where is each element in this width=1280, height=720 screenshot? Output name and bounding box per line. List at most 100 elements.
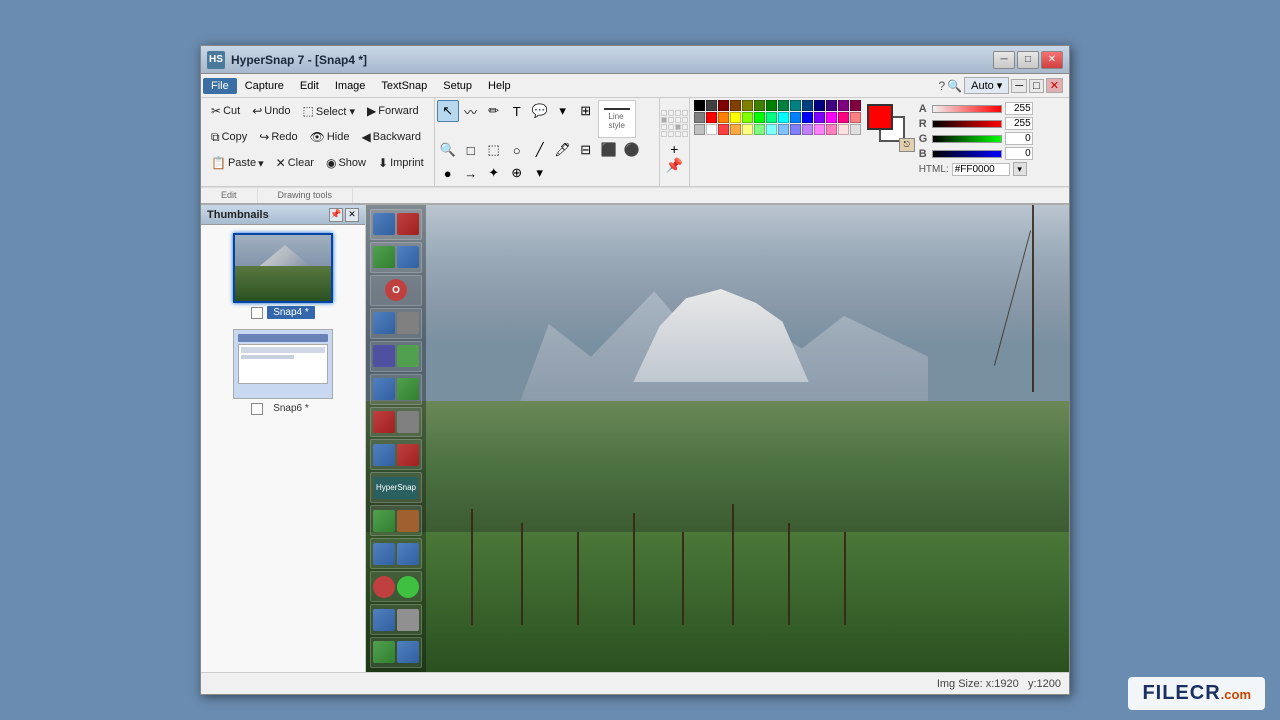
desktop-icon-11[interactable] <box>370 538 422 569</box>
desktop-icon-1[interactable] <box>370 209 422 240</box>
rect-tool[interactable]: □ <box>460 139 482 161</box>
snap6-thumbnail[interactable] <box>233 329 333 399</box>
color-cell[interactable] <box>778 100 789 111</box>
expand2-tool[interactable]: ⊟ <box>575 139 597 161</box>
crop-tool[interactable]: ⊕ <box>506 162 528 184</box>
snap4-thumbnail[interactable] <box>233 233 333 303</box>
color-cell[interactable] <box>838 100 849 111</box>
menu-edit[interactable]: Edit <box>292 78 327 94</box>
inner-close[interactable]: ✕ <box>1046 78 1063 93</box>
menu-capture[interactable]: Capture <box>237 78 292 94</box>
magnify-tool[interactable]: 🔍 <box>437 139 459 161</box>
thumbnails-close-button[interactable]: ✕ <box>345 208 359 222</box>
search-icon[interactable]: 🔍 <box>947 79 962 93</box>
desktop-icon-4[interactable] <box>370 308 422 339</box>
desktop-icon-14[interactable] <box>370 637 422 668</box>
inner-minimize[interactable]: ─ <box>1011 79 1027 93</box>
color-cell[interactable] <box>826 112 837 123</box>
snap4-checkbox[interactable] <box>251 307 263 319</box>
menu-textsnap[interactable]: TextSnap <box>373 78 435 94</box>
color-cell[interactable] <box>802 100 813 111</box>
line-style-button[interactable]: Linestyle <box>598 100 636 138</box>
dot-tool[interactable]: ● <box>437 162 459 184</box>
desktop-icon-2[interactable] <box>370 242 422 273</box>
color-cell[interactable] <box>730 100 741 111</box>
color-cell[interactable] <box>838 112 849 123</box>
red-slider[interactable] <box>932 120 1002 128</box>
redo-button[interactable]: ↪ Redo <box>253 126 303 148</box>
menu-file[interactable]: File <box>203 78 237 94</box>
desktop-icon-7[interactable] <box>370 407 422 438</box>
color-cell[interactable] <box>838 124 849 135</box>
eyedropper-tool[interactable]: 🖊 <box>552 139 574 161</box>
color-cell[interactable] <box>850 100 861 111</box>
clear-button[interactable]: ✕ Clear <box>270 152 320 174</box>
green-input[interactable] <box>1005 132 1033 145</box>
color-cell[interactable] <box>706 124 717 135</box>
desktop-icon-3[interactable]: O <box>370 275 422 306</box>
color-cell[interactable] <box>742 112 753 123</box>
help-icon[interactable]: ? <box>938 79 945 93</box>
arrow-tool[interactable]: → <box>460 162 482 184</box>
color-cell[interactable] <box>790 112 801 123</box>
color-cell[interactable] <box>754 100 765 111</box>
color-cell[interactable] <box>718 112 729 123</box>
imprint-button[interactable]: ⬇ Imprint <box>372 152 430 174</box>
expand-tool[interactable]: ⊞ <box>575 100 597 122</box>
eraser-button[interactable]: ⎋ <box>899 138 915 152</box>
desktop-icon-10[interactable] <box>370 505 422 536</box>
color-cell[interactable] <box>778 124 789 135</box>
menu-setup[interactable]: Setup <box>435 78 480 94</box>
select-button[interactable]: ⬚ Cut Select ▾ <box>297 100 362 122</box>
effect-tool[interactable]: ✦ <box>483 162 505 184</box>
color-cell[interactable] <box>754 124 765 135</box>
paint-tool[interactable]: ⬛ <box>598 139 620 161</box>
menu-help[interactable]: Help <box>480 78 519 94</box>
paste-button[interactable]: 📋 Paste ▾ <box>205 152 270 174</box>
copy-button[interactable]: ⧉ Copy <box>205 126 253 148</box>
color-cell[interactable] <box>790 124 801 135</box>
color-cell[interactable] <box>802 112 813 123</box>
more-tool[interactable]: ▾ <box>552 100 574 122</box>
snap6-checkbox[interactable] <box>251 403 263 415</box>
desktop-icon-12[interactable] <box>370 571 422 602</box>
color-cell[interactable] <box>790 100 801 111</box>
zoom-dropdown[interactable]: Auto ▾ <box>964 77 1009 94</box>
color-cell[interactable] <box>706 112 717 123</box>
blue-input[interactable] <box>1005 147 1033 160</box>
blue-slider[interactable] <box>932 150 1002 158</box>
color-cell[interactable] <box>754 112 765 123</box>
color-cell[interactable] <box>742 100 753 111</box>
color-cell[interactable] <box>802 124 813 135</box>
color-cell[interactable] <box>850 112 861 123</box>
pencil-tool[interactable]: ✏ <box>483 100 505 122</box>
forward-button[interactable]: ▶ Forward <box>361 100 425 122</box>
red-input[interactable] <box>1005 117 1033 130</box>
desktop-icon-9[interactable]: HyperSnap <box>370 472 422 503</box>
desktop-icon-13[interactable] <box>370 604 422 635</box>
backward-button[interactable]: ◀ Backward <box>355 126 427 148</box>
html-color-dropdown[interactable]: ▾ <box>1013 162 1027 176</box>
desktop-icon-8[interactable] <box>370 439 422 470</box>
oval-tool[interactable]: ○ <box>506 139 528 161</box>
primary-color-swatch[interactable] <box>867 104 893 130</box>
freeform-tool[interactable]: 〰 <box>460 100 482 122</box>
color-cell[interactable] <box>694 124 705 135</box>
pointer-tool[interactable]: ↖ <box>437 100 459 122</box>
inner-maximize[interactable]: □ <box>1029 79 1044 93</box>
cut-button[interactable]: ✂ Cut <box>205 100 246 122</box>
color-cell[interactable] <box>706 100 717 111</box>
callout-tool[interactable]: 💬 <box>529 100 551 122</box>
color-cell[interactable] <box>718 100 729 111</box>
text-tool[interactable]: T <box>506 100 528 122</box>
pin-icon[interactable]: 📌 <box>665 157 682 174</box>
color-cell[interactable] <box>850 124 861 135</box>
color-cell[interactable] <box>694 112 705 123</box>
color-cell[interactable] <box>718 124 729 135</box>
show-button[interactable]: ◉ Show <box>320 152 372 174</box>
menu-image[interactable]: Image <box>327 78 374 94</box>
fill-tool[interactable]: ⚫ <box>621 139 643 161</box>
color-cell[interactable] <box>814 112 825 123</box>
color-cell[interactable] <box>778 112 789 123</box>
line-tool[interactable]: ╱ <box>529 139 551 161</box>
